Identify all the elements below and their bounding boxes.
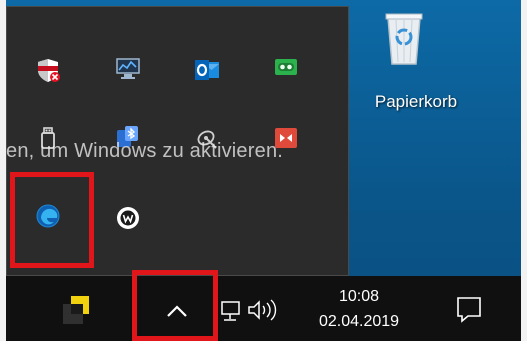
action-center-icon[interactable] [452,292,486,326]
outlook-icon[interactable] [194,57,220,83]
screenshot-frame-right [521,0,527,341]
chat-bubble-icon[interactable] [273,55,299,81]
taskbar [6,276,521,341]
highlight-box-chevron [132,270,218,341]
clock-time: 10:08 [338,288,380,305]
clock-date: 02.04.2019 [318,313,400,330]
recycle-bin-icon[interactable] [380,6,428,68]
taskbar-clock[interactable]: 10:08 02.04.2019 [301,276,417,341]
network-icon[interactable] [217,298,243,324]
highlight-box-edge-icon [10,172,94,268]
network-monitor-icon[interactable] [115,55,141,81]
windows-activation-watermark: en, um Windows zu aktivieren. [6,140,284,162]
recycle-bin-label[interactable]: Papierkorb [353,92,479,112]
sticky-notes-icon[interactable] [60,294,92,326]
w-app-icon[interactable] [115,205,141,231]
security-shield-icon[interactable] [35,57,61,83]
volume-icon[interactable] [246,296,280,324]
